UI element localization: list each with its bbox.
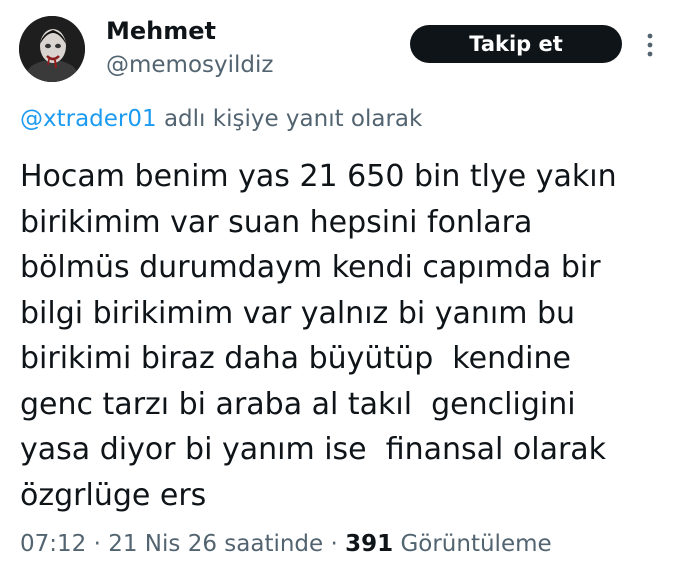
- tweet-text: Hocam benim yas 21 650 bin tlye yakın bi…: [20, 154, 670, 518]
- tweet-text-line: yasa diyor bi yanım ise finansal olarak: [20, 432, 607, 467]
- tweet-metadata: 07:12 · 21 Nis 26 saatinde · 391 Görüntü…: [20, 528, 552, 560]
- tweet-text-line: birikimim var suan hepsini fonlara: [20, 204, 533, 240]
- tweet-text-line: birikimi biraz daha büyütüp kendine: [20, 341, 571, 376]
- author-display-name[interactable]: Mehmet: [106, 16, 216, 46]
- tweet-date-link[interactable]: 21 Nis 26 saatinde: [108, 531, 323, 557]
- tweet-text-line: özgrlüge ers: [20, 477, 207, 513]
- views-label: Görüntüleme: [393, 531, 552, 557]
- reply-context: @xtrader01 adlı kişiye yanıt olarak: [20, 104, 422, 134]
- meta-separator: ·: [323, 531, 346, 557]
- profile-avatar-icon[interactable]: [19, 16, 85, 82]
- meta-separator: ·: [86, 531, 109, 557]
- follow-button[interactable]: Takip et: [410, 25, 622, 63]
- tweet-text-line: bölmüs durumdaym kendi capımda bir: [20, 250, 601, 285]
- reply-mention-link[interactable]: @xtrader01: [20, 106, 157, 132]
- tweet-text-line: bilgi birikimim var yalnız bi yanım bu: [20, 295, 576, 331]
- tweet-text-line: genc tarzı bi araba al takıl gencligini: [20, 386, 576, 422]
- tweet-card: Mehmet @memosyildiz Takip et @xtrader01 …: [0, 0, 680, 580]
- vertical-ellipsis-icon[interactable]: [640, 32, 660, 58]
- author-handle[interactable]: @memosyildiz: [106, 50, 273, 80]
- views-count: 391: [345, 531, 394, 557]
- tweet-time-link[interactable]: 07:12: [20, 531, 86, 557]
- tweet-text-line: Hocam benim yas 21 650 bin tlye yakın: [20, 159, 617, 194]
- reply-context-text: adlı kişiye yanıt olarak: [156, 106, 423, 132]
